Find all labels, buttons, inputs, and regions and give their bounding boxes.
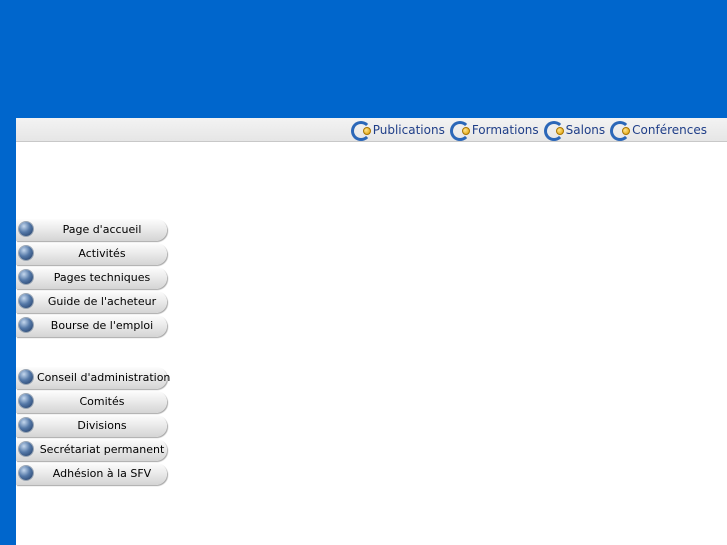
nav-item-publications[interactable]: Publications <box>350 120 447 141</box>
c-logo-icon <box>609 120 633 141</box>
menu-button-activites[interactable]: Activités <box>16 243 167 265</box>
bullet-ball-icon <box>19 394 33 408</box>
nav-item-salons[interactable]: Salons <box>543 120 608 141</box>
nav-item-label: Salons <box>565 123 606 137</box>
side-menu-organisation: Conseil d'administration Comités Divisio… <box>16 367 171 487</box>
nav-item-label: Conférences <box>632 123 707 137</box>
menu-button-label: Adhésion à la SFV <box>52 467 152 480</box>
menu-button-label: Conseil d'administration <box>37 371 171 384</box>
menu-button-label: Activités <box>78 247 126 260</box>
left-side-band <box>0 118 16 545</box>
menu-button-label: Guide de l'acheteur <box>47 295 157 308</box>
bullet-ball-icon <box>19 370 33 384</box>
menu-button-label: Pages techniques <box>53 271 151 284</box>
menu-button-conseil-administration[interactable]: Conseil d'administration <box>16 367 171 389</box>
menu-button-pages-techniques[interactable]: Pages techniques <box>16 267 167 289</box>
header-banner <box>0 0 727 118</box>
c-logo-icon <box>543 120 567 141</box>
menu-button-label: Divisions <box>77 419 127 432</box>
nav-item-conferences[interactable]: Conférences <box>609 120 709 141</box>
nav-item-label: Publications <box>372 123 445 137</box>
nav-item-label: Formations <box>471 123 539 137</box>
menu-button-adhesion-sfv[interactable]: Adhésion à la SFV <box>16 463 167 485</box>
menu-button-guide-acheteur[interactable]: Guide de l'acheteur <box>16 291 167 313</box>
menu-button-label: Comités <box>79 395 125 408</box>
top-nav-list: Publications Formations Salons Conférenc… <box>350 120 709 141</box>
menu-button-divisions[interactable]: Divisions <box>16 415 167 437</box>
bullet-ball-icon <box>19 222 33 236</box>
c-logo-icon <box>350 120 374 141</box>
side-menu-main: Page d'accueil Activités Pages technique… <box>16 219 167 339</box>
menu-button-label: Bourse de l'emploi <box>50 319 154 332</box>
menu-button-label: Secrétariat permanent <box>39 443 165 456</box>
c-logo-icon <box>449 120 473 141</box>
bullet-ball-icon <box>19 418 33 432</box>
bullet-ball-icon <box>19 318 33 332</box>
bullet-ball-icon <box>19 294 33 308</box>
bullet-ball-icon <box>19 246 33 260</box>
top-navigation-bar: Publications Formations Salons Conférenc… <box>16 118 727 142</box>
nav-item-formations[interactable]: Formations <box>449 120 541 141</box>
menu-button-page-accueil[interactable]: Page d'accueil <box>16 219 167 241</box>
bullet-ball-icon <box>19 442 33 456</box>
menu-button-label: Page d'accueil <box>62 223 142 236</box>
menu-button-bourse-emploi[interactable]: Bourse de l'emploi <box>16 315 167 337</box>
bullet-ball-icon <box>19 466 33 480</box>
menu-button-secretariat-permanent[interactable]: Secrétariat permanent <box>16 439 167 461</box>
bullet-ball-icon <box>19 270 33 284</box>
menu-button-comites[interactable]: Comités <box>16 391 167 413</box>
